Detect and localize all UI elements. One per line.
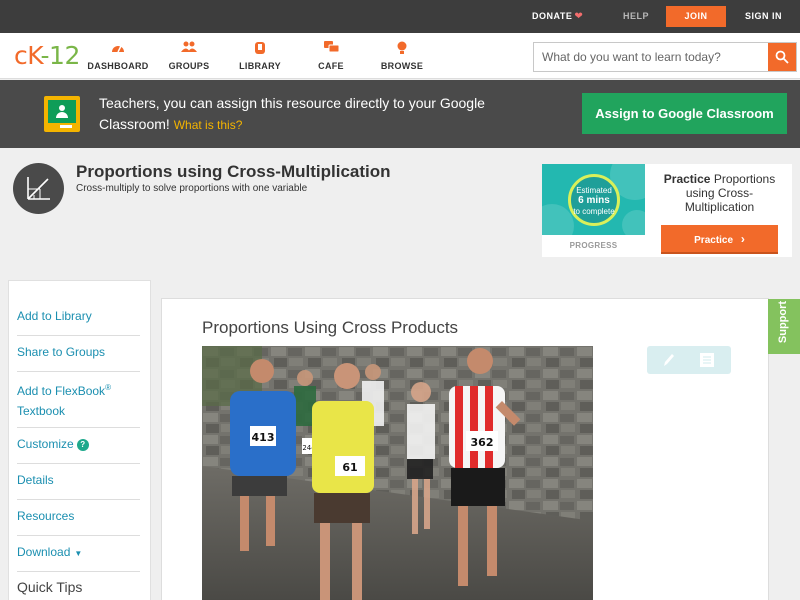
- to-complete-label: to complete: [573, 207, 615, 216]
- join-button[interactable]: JOIN: [666, 6, 726, 27]
- sidebar-item-resources[interactable]: Resources: [17, 506, 140, 536]
- search-icon: [775, 50, 789, 64]
- content-card: Proportions Using Cross Products 413 244…: [161, 298, 769, 600]
- nav-library[interactable]: LIBRARY: [225, 41, 295, 71]
- ck12-logo[interactable]: cK-12: [14, 43, 80, 69]
- download-label: Download: [17, 545, 71, 559]
- browse-icon: [367, 41, 437, 55]
- bib-number-61: 61: [342, 461, 357, 474]
- practice-button[interactable]: Practice ›: [661, 225, 778, 254]
- donate-label: DONATE: [532, 11, 573, 21]
- banner-text: Teachers, you can assign this resource d…: [99, 93, 519, 136]
- support-tab[interactable]: Support: [768, 299, 800, 354]
- nav-browse[interactable]: BROWSE: [367, 41, 437, 71]
- page-title: Proportions using Cross-Multiplication: [76, 162, 391, 181]
- groups-icon: [154, 41, 224, 55]
- estimated-minutes: 6 mins: [578, 195, 610, 206]
- add-flexbook-label: Add to FlexBook: [17, 384, 106, 398]
- caret-down-icon: ▼: [74, 549, 83, 558]
- logo-ck: cK: [14, 41, 41, 70]
- library-icon: [225, 41, 295, 55]
- help-question-icon[interactable]: ?: [76, 439, 89, 451]
- customize-label: Customize: [17, 437, 74, 451]
- support-label: Support: [777, 300, 789, 344]
- search-box: [533, 42, 797, 72]
- nav-groups-label: GROUPS: [168, 61, 210, 71]
- progress-label: PROGRESS: [569, 241, 618, 250]
- estimated-time-badge: Estimated 6 mins to complete: [568, 174, 620, 226]
- assign-google-classroom-button[interactable]: Assign to Google Classroom: [582, 93, 787, 134]
- pencil-icon[interactable]: [661, 352, 675, 368]
- sidebar-item-share-to-groups[interactable]: Share to Groups: [17, 342, 140, 372]
- chevron-right-icon: ›: [740, 232, 745, 246]
- bib-number-362: 362: [471, 436, 494, 449]
- heart-icon: ❤: [574, 11, 584, 22]
- sidebar-item-add-to-flexbook[interactable]: Add to FlexBook® Textbook: [17, 378, 140, 428]
- content-tools: [647, 346, 731, 374]
- registered-mark: ®: [105, 383, 111, 392]
- google-classroom-icon: [44, 96, 80, 132]
- main-nav-bar: cK-12 DASHBOARD GROUPS LIBRARY CAFE BROW…: [0, 33, 800, 79]
- quick-tips-heading: Quick Tips: [17, 579, 83, 595]
- practice-button-label: Practice: [694, 235, 734, 246]
- progress-art: Estimated 6 mins to complete: [542, 164, 645, 235]
- nav-browse-label: BROWSE: [380, 61, 424, 71]
- runners-photo: 413 244 61 362: [202, 346, 593, 600]
- dashboard-icon: [83, 41, 153, 55]
- help-link[interactable]: HELP: [623, 0, 649, 33]
- nav-groups[interactable]: GROUPS: [154, 41, 224, 71]
- cafe-icon: [296, 41, 366, 55]
- nav-cafe[interactable]: CAFE: [296, 41, 366, 71]
- banner-message: Teachers, you can assign this resource d…: [99, 95, 485, 132]
- what-is-this-link[interactable]: What is this?: [174, 118, 243, 132]
- nav-library-label: LIBRARY: [239, 61, 281, 71]
- search-input[interactable]: [534, 43, 769, 71]
- nav-cafe-label: CAFE: [318, 61, 344, 71]
- sidebar-item-customize[interactable]: Customize?: [17, 434, 140, 464]
- page-subtitle: Cross-multiply to solve proportions with…: [76, 183, 308, 194]
- sign-in-link[interactable]: SIGN IN: [745, 0, 782, 33]
- sidebar-item-details[interactable]: Details: [17, 470, 140, 500]
- practice-title: Practice Proportions using Cross-Multipl…: [653, 172, 786, 214]
- practice-card: Estimated 6 mins to complete PROGRESS Pr…: [542, 164, 792, 257]
- bib-number-413: 413: [252, 431, 275, 444]
- logo-12: 12: [49, 41, 80, 70]
- top-utility-bar: DONATE ❤ HELP JOIN SIGN IN: [0, 0, 800, 33]
- notes-icon[interactable]: [699, 352, 715, 368]
- textbook-label: Textbook: [17, 404, 66, 418]
- proportion-graph-icon: [13, 163, 64, 214]
- content-title: Proportions Using Cross Products: [202, 318, 459, 337]
- search-button[interactable]: [768, 43, 796, 71]
- sidebar-item-download[interactable]: Download ▼: [17, 542, 140, 572]
- practice-label-bold: Practice: [663, 172, 711, 186]
- donate-link[interactable]: DONATE ❤: [532, 0, 583, 33]
- google-classroom-banner: Teachers, you can assign this resource d…: [0, 80, 800, 148]
- logo-dash: -: [40, 41, 50, 70]
- sidebar: Add to Library Share to Groups Add to Fl…: [8, 280, 151, 600]
- nav-dashboard-label: DASHBOARD: [87, 61, 149, 71]
- nav-dashboard[interactable]: DASHBOARD: [83, 41, 153, 71]
- estimated-label: Estimated: [576, 186, 612, 195]
- sidebar-item-add-to-library[interactable]: Add to Library: [17, 306, 140, 336]
